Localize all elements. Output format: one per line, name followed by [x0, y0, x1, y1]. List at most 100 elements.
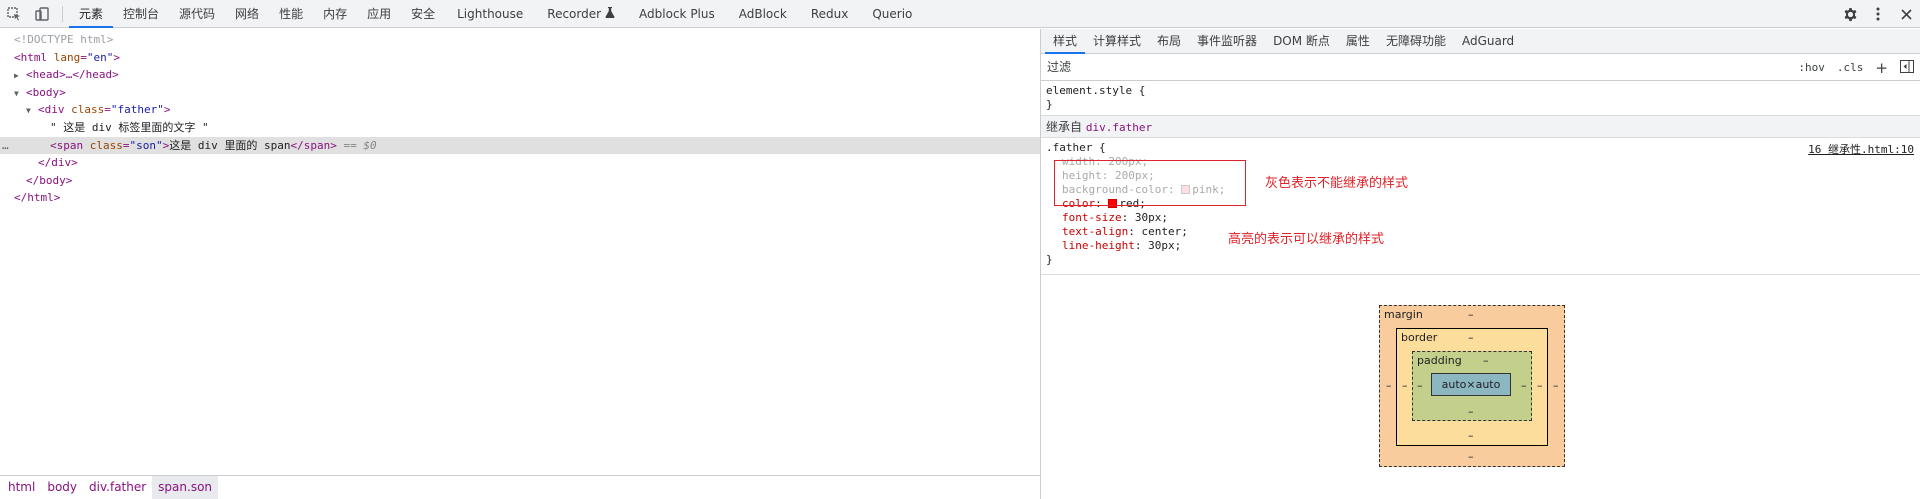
padding-left[interactable]: –	[1417, 379, 1423, 392]
styles-filter-input[interactable]	[1047, 60, 1647, 74]
dom-html[interactable]: <html lang="en">	[0, 49, 1040, 67]
dom-body-close[interactable]: </body>	[0, 172, 1040, 190]
padding-label: padding	[1417, 354, 1462, 367]
inspect-icon[interactable]	[0, 0, 28, 28]
content-size: auto×auto	[1441, 378, 1501, 391]
style-prop-line-height[interactable]: line-height: 30px;	[1046, 239, 1915, 253]
tab-console[interactable]: 控制台	[113, 0, 169, 28]
html-tag: html	[20, 50, 48, 64]
father-selector: .father {	[1046, 141, 1106, 154]
tab-recorder[interactable]: Recorder	[535, 0, 627, 28]
device-toggle-icon[interactable]	[28, 0, 56, 28]
span-text: 这是 div 里面的 span	[169, 138, 291, 152]
dom-text-node[interactable]: " 这是 div 标签里面的文字 "	[0, 119, 1040, 137]
inherited-from-header: 继承自 div.father	[1041, 116, 1920, 138]
collapse-triangle-icon[interactable]: ▼	[14, 85, 26, 103]
border-bottom[interactable]: –	[1468, 429, 1474, 442]
collapse-triangle-icon[interactable]: ▼	[26, 102, 38, 120]
gear-icon[interactable]	[1836, 0, 1864, 28]
toggle-sidebar-icon[interactable]	[1894, 59, 1920, 76]
tab-sources[interactable]: 源代码	[169, 0, 225, 28]
tab-redux[interactable]: Redux	[799, 0, 861, 28]
padding-bottom[interactable]: –	[1468, 405, 1474, 418]
filter-toolbar: :hov .cls +	[1792, 54, 1920, 81]
tab-memory[interactable]: 内存	[313, 0, 357, 28]
border-left[interactable]: –	[1402, 379, 1408, 392]
tab-dom-breakpoints[interactable]: DOM 断点	[1265, 29, 1338, 54]
flask-icon	[605, 6, 615, 21]
prop-name: text-align	[1062, 225, 1129, 238]
margin-right[interactable]: –	[1553, 379, 1559, 392]
dom-span-son[interactable]: … <span class="son">这是 div 里面的 span</spa…	[0, 136, 1040, 155]
span-attr-name: class	[89, 138, 123, 152]
border-label: border	[1401, 331, 1438, 344]
span-close-tag: </span>	[290, 138, 337, 152]
border-right[interactable]: –	[1537, 379, 1543, 392]
tab-adblock[interactable]: AdBlock	[727, 0, 799, 28]
tab-security[interactable]: 安全	[401, 0, 445, 28]
style-prop-font-size[interactable]: font-size: 30px;	[1046, 211, 1915, 225]
tab-network[interactable]: 网络	[225, 0, 269, 28]
box-model-content[interactable]: auto×auto	[1431, 373, 1511, 396]
prop-value: center;	[1141, 225, 1188, 238]
box-model-border[interactable]: border – – – – padding – – – – auto×auto	[1396, 328, 1548, 446]
inherited-label: 继承自	[1046, 120, 1083, 134]
margin-bottom[interactable]: –	[1468, 450, 1474, 463]
box-model-margin[interactable]: margin – – – – border – – – – padding – …	[1379, 305, 1565, 467]
margin-top[interactable]: –	[1468, 308, 1474, 321]
tab-layout[interactable]: 布局	[1149, 29, 1189, 54]
breadcrumb-html[interactable]: html	[2, 476, 41, 499]
hov-button[interactable]: :hov	[1792, 61, 1831, 74]
tab-querio[interactable]: Querio	[860, 0, 924, 28]
tab-adblock-plus[interactable]: Adblock Plus	[627, 0, 727, 28]
box-model-padding[interactable]: padding – – – – auto×auto	[1412, 351, 1532, 421]
element-style-selector: element.style {	[1046, 84, 1146, 97]
cls-button[interactable]: .cls	[1831, 61, 1870, 74]
expand-triangle-icon[interactable]: ▶	[14, 67, 26, 85]
span-attr-val: "son"	[129, 138, 163, 152]
html-close-tag: </html>	[14, 191, 61, 205]
div-attr-name: class	[71, 103, 105, 117]
styles-filter-bar: :hov .cls +	[1041, 54, 1920, 81]
dom-head[interactable]: ▶ <head>…</head>	[0, 66, 1040, 84]
dom-body[interactable]: ▼ <body>	[0, 84, 1040, 102]
tab-performance[interactable]: 性能	[269, 0, 313, 28]
breadcrumb-span-son[interactable]: span.son	[152, 476, 219, 499]
dom-div-father[interactable]: ▼ <div class="father">	[0, 101, 1040, 119]
border-top[interactable]: –	[1468, 331, 1474, 344]
devtools-toolbar: 元素 控制台 源代码 网络 性能 内存 应用 安全 Lighthouse Rec…	[0, 0, 1920, 28]
dom-div-close[interactable]: </div>	[0, 154, 1040, 172]
padding-top[interactable]: –	[1483, 354, 1489, 367]
source-link[interactable]: 16 继承性.html:10	[1808, 141, 1914, 157]
dom-tree: <!DOCTYPE html> <html lang="en"> ▶ <head>…	[0, 29, 1040, 475]
father-rule-close: }	[1046, 253, 1053, 266]
inherited-selector[interactable]: div.father	[1086, 121, 1152, 134]
tab-computed[interactable]: 计算样式	[1085, 29, 1149, 54]
dom-html-close[interactable]: </html>	[0, 189, 1040, 207]
breadcrumb-body[interactable]: body	[41, 476, 83, 499]
kebab-menu-icon[interactable]	[1864, 0, 1892, 28]
close-icon[interactable]	[1892, 0, 1920, 28]
tab-event-listeners[interactable]: 事件监听器	[1189, 29, 1265, 54]
annotation-highlight-note: 高亮的表示可以继承的样式	[1228, 232, 1385, 247]
tab-application[interactable]: 应用	[357, 0, 401, 28]
tab-elements[interactable]: 元素	[69, 0, 114, 28]
margin-left[interactable]: –	[1386, 379, 1392, 392]
tab-properties[interactable]: 属性	[1338, 29, 1378, 54]
more-dots-icon[interactable]: …	[2, 137, 9, 155]
tab-accessibility[interactable]: 无障碍功能	[1378, 29, 1454, 54]
dom-doctype[interactable]: <!DOCTYPE html>	[0, 31, 1040, 49]
new-rule-button[interactable]: +	[1869, 59, 1894, 77]
breadcrumb: html body div.father span.son	[0, 475, 1040, 499]
prop-name: font-size	[1062, 211, 1122, 224]
style-prop-text-align[interactable]: text-align: center;	[1046, 225, 1915, 239]
father-rule[interactable]: 16 继承性.html:10 .father { width: 200px; h…	[1041, 138, 1920, 275]
tab-adguard[interactable]: AdGuard	[1454, 29, 1522, 54]
element-style-rule[interactable]: element.style { }	[1041, 81, 1920, 116]
padding-right[interactable]: –	[1521, 379, 1527, 392]
breadcrumb-div-father[interactable]: div.father	[83, 476, 152, 499]
tab-lighthouse[interactable]: Lighthouse	[445, 0, 535, 28]
tab-styles[interactable]: 样式	[1045, 29, 1086, 54]
body-open-tag: <body>	[26, 85, 66, 99]
selected-ref: == $0	[343, 138, 377, 152]
